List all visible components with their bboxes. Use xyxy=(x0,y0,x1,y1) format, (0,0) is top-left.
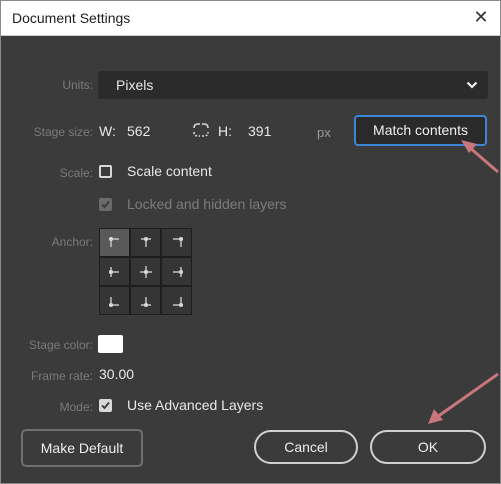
chevron-down-icon xyxy=(466,81,478,89)
anchor-top-left[interactable] xyxy=(99,228,130,257)
height-input[interactable]: 391 xyxy=(248,123,271,139)
close-icon[interactable]: ✕ xyxy=(470,6,492,28)
anchor-label: Anchor: xyxy=(51,235,93,249)
units-label: Units: xyxy=(62,78,93,92)
width-input[interactable]: 562 xyxy=(127,123,150,139)
scale-label: Scale: xyxy=(59,166,93,180)
height-label: H: xyxy=(218,123,232,139)
arrow-head-bottom xyxy=(428,409,443,424)
anchor-bottom-right[interactable] xyxy=(161,286,192,315)
anchor-center[interactable] xyxy=(130,257,161,286)
anchor-bottom-center[interactable] xyxy=(130,286,161,315)
scale-content-checkbox[interactable] xyxy=(99,165,112,178)
checkmark-icon xyxy=(101,200,110,209)
advanced-layers-label: Use Advanced Layers xyxy=(127,397,264,413)
anchor-top-right[interactable] xyxy=(161,228,192,257)
document-settings-dialog: Document Settings ✕ Units: Pixels Stage … xyxy=(0,0,501,484)
scale-content-label: Scale content xyxy=(127,163,212,179)
locked-hidden-layers-label: Locked and hidden layers xyxy=(127,196,287,212)
stage-size-label: Stage size: xyxy=(33,125,93,139)
anchor-bottom-left[interactable] xyxy=(99,286,130,315)
frame-rate-input[interactable]: 30.00 xyxy=(99,366,134,382)
dialog-title: Document Settings xyxy=(12,10,131,26)
anchor-middle-left[interactable] xyxy=(99,257,130,286)
stage-color-swatch[interactable] xyxy=(98,335,123,353)
width-label: W: xyxy=(99,123,116,139)
advanced-layers-checkbox[interactable] xyxy=(99,399,112,412)
chain-link-icon[interactable] xyxy=(191,121,211,139)
frame-rate-label: Frame rate: xyxy=(30,369,93,383)
anchor-grid xyxy=(99,228,195,318)
checkmark-icon xyxy=(101,401,110,410)
cancel-button[interactable]: Cancel xyxy=(254,430,358,464)
unit-px-label: px xyxy=(317,125,331,140)
stage-color-label: Stage color: xyxy=(28,338,93,352)
mode-label: Mode: xyxy=(59,400,93,414)
make-default-button[interactable]: Make Default xyxy=(21,429,143,467)
anchor-top-center[interactable] xyxy=(130,228,161,257)
match-contents-button[interactable]: Match contents xyxy=(354,115,487,146)
title-bar: Document Settings ✕ xyxy=(1,1,500,36)
locked-hidden-layers-checkbox xyxy=(99,198,112,211)
units-dropdown[interactable]: Pixels xyxy=(98,71,488,99)
units-value: Pixels xyxy=(116,77,154,93)
ok-button[interactable]: OK xyxy=(370,430,486,464)
anchor-middle-right[interactable] xyxy=(161,257,192,286)
